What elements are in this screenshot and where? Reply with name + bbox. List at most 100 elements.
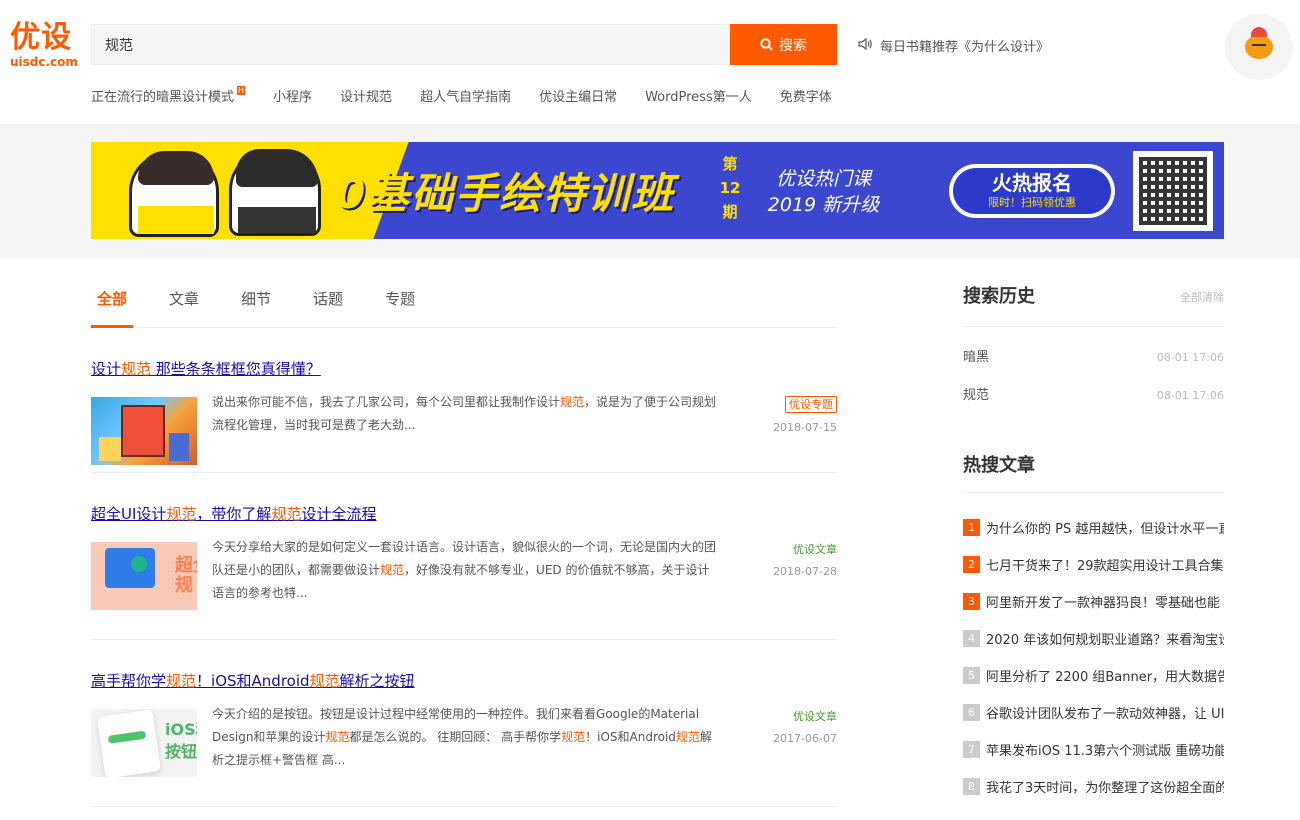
rank-badge: 6 (963, 704, 980, 721)
result-item: 设计规范 那些条条框框您真得懂？ 说出来你可能不信，我去了几家公司，每个公司里都… (91, 328, 837, 473)
result-meta: 优设文章 2017-06-07 (717, 705, 837, 777)
rank-badge: 7 (963, 741, 980, 758)
site-logo[interactable]: 优设 uisdc.com (10, 20, 80, 68)
banner-characters (109, 144, 329, 237)
speaker-icon (858, 37, 872, 54)
rank-badge: 8 (963, 778, 980, 795)
category-tag[interactable]: 优设文章 (793, 542, 837, 557)
avatar-mascot-icon (1245, 27, 1273, 59)
hotword-link[interactable]: 正在流行的暗黑设计模式 H (91, 86, 246, 105)
hot-article-item[interactable]: 5 阿里分析了 2200 组Banner，用大数据告 (963, 657, 1224, 694)
hot-article-item[interactable]: 4 2020 年该如何规划职业道路？来看淘宝设 (963, 620, 1224, 657)
hot-article-item[interactable]: 6 谷歌设计团队发布了一款动效神器，让 UI (963, 694, 1224, 731)
book-recommend-text: 每日书籍推荐《为什么设计》 (880, 40, 1050, 55)
hotword-link[interactable]: 设计规范 (340, 86, 392, 105)
banner-issue: 第 12 期 (719, 155, 741, 221)
hot-article-title: 我花了3天时间，为你整理了这份超全面的 (986, 781, 1224, 796)
hot-article-item[interactable]: 7 苹果发布iOS 11.3第六个测试版 重磅功能 (963, 731, 1224, 768)
search-bar: 搜索 (91, 24, 837, 65)
hot-articles-title: 热搜文章 (963, 455, 1035, 476)
rank-badge: 2 (963, 556, 980, 573)
hot-article-item[interactable]: 8 我花了3天时间，为你整理了这份超全面的 (963, 768, 1224, 805)
result-thumbnail[interactable]: 超全 规 (91, 542, 197, 610)
result-description: 今天介绍的是按钮。按钮是设计过程中经常使用的一种控件。我们来看看Google的M… (212, 707, 712, 767)
history-keyword: 规范 (963, 388, 990, 403)
search-button[interactable]: 搜索 (730, 24, 837, 65)
result-item: 超全UI设计规范，带你了解规范设计全流程 超全 规 今天分享给大家的是如何定义一… (91, 473, 837, 640)
rank-badge: 4 (963, 630, 980, 647)
hotword-link[interactable]: 超人气自学指南 (420, 86, 511, 105)
category-tag[interactable]: 优设文章 (793, 709, 837, 724)
hot-articles-list: 1 为什么你的 PS 越用越快，但设计水平一直 2 七月干货来了！29款超实用设计工… (963, 493, 1224, 805)
hotword-link[interactable]: 优设主编日常 (539, 86, 617, 105)
hot-article-item[interactable]: 1 为什么你的 PS 越用越快，但设计水平一直 (963, 509, 1224, 546)
banner-signup-button[interactable]: 火热报名 限时！扫码领优惠 (949, 164, 1115, 218)
tab-details[interactable]: 细节 (241, 258, 271, 327)
logo-en: uisdc.com (10, 55, 78, 69)
result-date: 2018-07-28 (773, 565, 837, 578)
history-keyword: 暗黑 (963, 350, 990, 365)
rank-badge: 3 (963, 593, 980, 610)
hotword-link[interactable]: WordPress第一人 (645, 86, 752, 105)
book-recommend-link[interactable]: 每日书籍推荐《为什么设计》 (858, 36, 1049, 55)
search-results: 全部 文章 细节 话题 专题 设计规范 那些条条框框您真得懂？ 说出来你可能不信… (90, 258, 837, 807)
result-thumbnail[interactable] (91, 397, 197, 465)
banner-title: 0基础手绘特训班 (336, 169, 676, 218)
result-meta: 优设专题 2018-07-15 (717, 393, 837, 465)
history-title: 搜索历史 (963, 286, 1035, 307)
hot-article-title: 阿里分析了 2200 组Banner，用大数据告 (986, 670, 1224, 685)
site-header: 优设 uisdc.com 搜索 每日书籍推荐《为什么设计》 正在流行的暗黑设计模… (0, 0, 1300, 124)
cartoon-character-icon (129, 151, 219, 237)
history-time: 08-01 17:06 (1156, 389, 1224, 402)
hot-article-title: 苹果发布iOS 11.3第六个测试版 重磅功能 (986, 744, 1224, 759)
hot-article-title: 七月干货来了！29款超实用设计工具合集 (986, 559, 1224, 574)
qr-code-icon (1133, 151, 1213, 231)
result-description: 今天分享给大家的是如何定义一套设计语言。设计语言，貌似很火的一个词，无论是国内大… (212, 540, 717, 600)
search-input[interactable] (91, 24, 730, 65)
hot-keywords: 正在流行的暗黑设计模式 H 小程序 设计规范 超人气自学指南 优设主编日常 Wor… (91, 86, 832, 105)
result-date: 2017-06-07 (773, 732, 837, 745)
hot-badge: H (237, 86, 246, 95)
avatar[interactable] (1225, 14, 1293, 80)
history-item[interactable]: 规范 08-01 17:06 (963, 377, 1224, 415)
search-icon (760, 38, 773, 51)
history-header: 搜索历史 全部清除 (963, 258, 1224, 327)
tab-specials[interactable]: 专题 (385, 258, 415, 327)
result-title-link[interactable]: 高手帮你学规范！iOS和Android规范解析之按钮 (91, 670, 415, 691)
tab-topics[interactable]: 话题 (313, 258, 343, 327)
hot-articles-header: 热搜文章 (963, 451, 1224, 493)
result-tabs: 全部 文章 细节 话题 专题 (90, 258, 837, 328)
hot-article-title: 2020 年该如何规划职业道路？来看淘宝设 (986, 633, 1224, 648)
hot-article-title: 谷歌设计团队发布了一款动效神器，让 UI (986, 707, 1224, 722)
result-title-link[interactable]: 超全UI设计规范，带你了解规范设计全流程 (91, 503, 376, 524)
clear-history-button[interactable]: 全部清除 (1180, 289, 1224, 305)
logo-cn: 优设 (10, 20, 72, 55)
banner-area: 0基础手绘特训班 第 12 期 优设热门课 2019 新升级 火热报名 限时！扫… (0, 124, 1300, 258)
promo-banner[interactable]: 0基础手绘特训班 第 12 期 优设热门课 2019 新升级 火热报名 限时！扫… (91, 142, 1224, 239)
signup-sub: 限时！扫码领优惠 (988, 196, 1076, 209)
result-item: 高手帮你学规范！iOS和Android规范解析之按钮 iOS和 按钮 今天介绍的… (91, 640, 837, 807)
sidebar: 搜索历史 全部清除 暗黑 08-01 17:06 规范 08-01 17:06 … (963, 258, 1224, 805)
results-list: 设计规范 那些条条框框您真得懂？ 说出来你可能不信，我去了几家公司，每个公司里都… (91, 328, 837, 807)
banner-course: 优设热门课 2019 新升级 (767, 168, 880, 216)
category-tag[interactable]: 优设专题 (785, 396, 837, 413)
hot-article-title: 阿里新开发了一款神器犸良！零基础也能 (986, 596, 1221, 611)
result-thumbnail[interactable]: iOS和 按钮 (91, 709, 197, 777)
rank-badge: 5 (963, 667, 980, 684)
hotword-link[interactable]: 小程序 (273, 86, 312, 105)
hotword-link[interactable]: 免费字体 (780, 86, 832, 105)
hot-article-item[interactable]: 2 七月干货来了！29款超实用设计工具合集 (963, 546, 1224, 583)
tab-articles[interactable]: 文章 (169, 258, 199, 327)
hot-article-item[interactable]: 3 阿里新开发了一款神器犸良！零基础也能 (963, 583, 1224, 620)
result-title-link[interactable]: 设计规范 那些条条框框您真得懂？ (91, 358, 321, 379)
history-time: 08-01 17:06 (1156, 351, 1224, 364)
tab-all[interactable]: 全部 (90, 258, 134, 328)
result-meta: 优设文章 2018-07-28 (717, 538, 837, 610)
signup-label: 火热报名 (992, 171, 1072, 195)
hot-article-title: 为什么你的 PS 越用越快，但设计水平一直 (986, 522, 1224, 537)
history-item[interactable]: 暗黑 08-01 17:06 (963, 339, 1224, 377)
rank-badge: 1 (963, 519, 980, 536)
cartoon-character-icon (229, 149, 321, 236)
result-description: 说出来你可能不信，我去了几家公司，每个公司里都让我制作设计规范，说是为了便于公司… (212, 395, 717, 432)
history-list: 暗黑 08-01 17:06 规范 08-01 17:06 (963, 327, 1224, 415)
